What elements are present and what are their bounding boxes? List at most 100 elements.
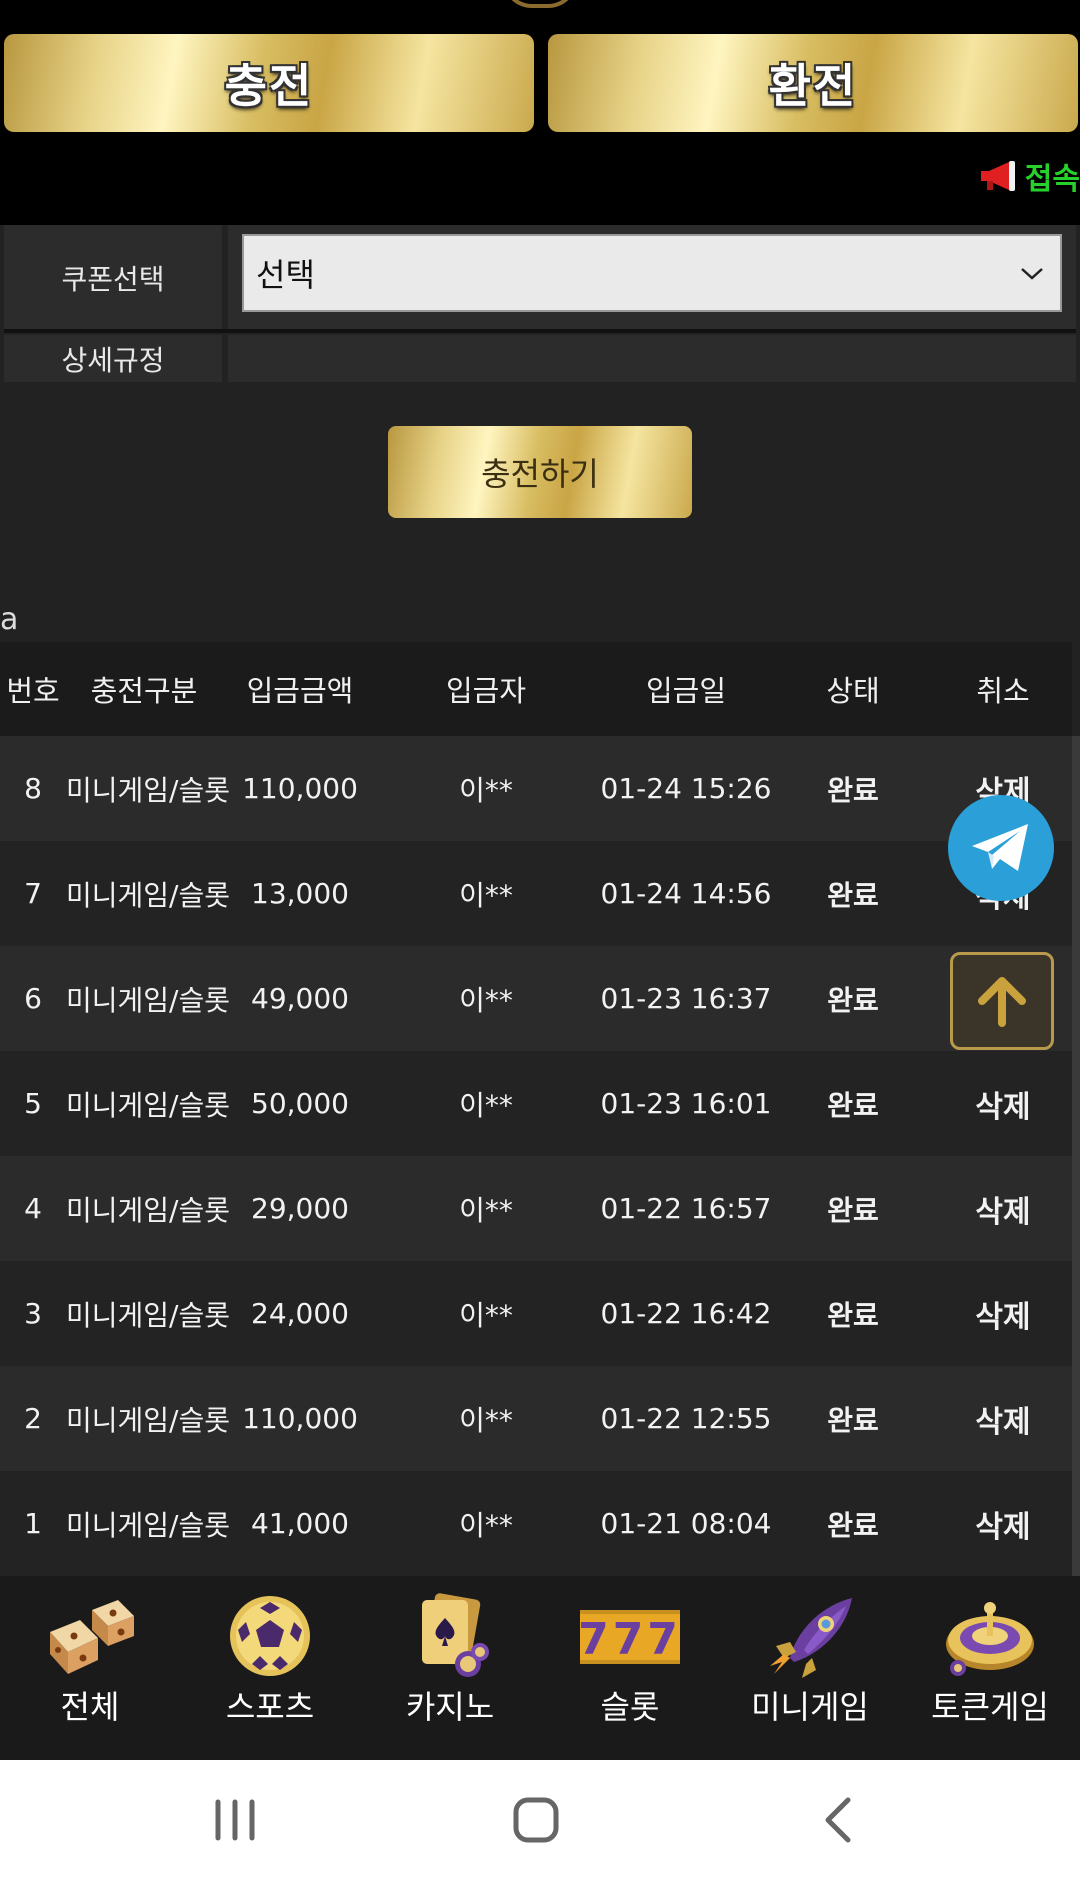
row-no: 1 [24, 1507, 42, 1540]
row-depositor: 이** [459, 1403, 513, 1437]
row-no: 6 [24, 982, 42, 1015]
row-amount: 13,000 [251, 877, 349, 910]
row-date: 01-23 16:01 [600, 1087, 772, 1120]
row-type: 미니게임/슬롯 [66, 1088, 230, 1122]
row-depositor: 이** [459, 878, 513, 912]
roulette-icon [946, 1602, 1034, 1676]
row-depositor: 이** [459, 1088, 513, 1122]
table-row: 7 미니게임/슬롯 13,000 이** 01-24 14:56 완료 삭제 [0, 841, 1072, 946]
scrollbar[interactable] [1072, 736, 1080, 1576]
table-row: 3 미니게임/슬롯 24,000 이** 01-22 16:42 완료 삭제 [0, 1261, 1072, 1366]
table-row: 5 미니게임/슬롯 50,000 이** 01-23 16:01 완료 삭제 [0, 1051, 1072, 1156]
row-status: 완료 [827, 1508, 879, 1542]
row-depositor: 이** [459, 1508, 513, 1542]
rules-row: 상세규정 [0, 335, 1080, 382]
home-icon[interactable] [500, 1790, 570, 1850]
svg-text:777: 777 [580, 1614, 680, 1665]
row-status: 완료 [827, 1298, 879, 1332]
logo-fragment [502, 0, 578, 8]
recent-apps-icon[interactable] [200, 1790, 270, 1850]
nav-label: 전체 [60, 1688, 120, 1726]
row-type: 미니게임/슬롯 [66, 1298, 230, 1332]
row-no: 5 [24, 1087, 42, 1120]
page: 충전 환전 접속 쿠폰선택 선택 상세규정 충전하기 a 번호 충전구분 입금금… [0, 0, 1080, 1886]
telegram-button[interactable] [948, 795, 1054, 901]
top-header: 충전 환전 접속 [0, 0, 1080, 225]
header-type: 충전구분 [90, 674, 198, 708]
row-status: 완료 [827, 1088, 879, 1122]
row-type: 미니게임/슬롯 [66, 983, 230, 1017]
header-cancel: 취소 [976, 674, 1030, 708]
nav-item-all[interactable]: 전체 [0, 1576, 180, 1760]
nav-label: 카지노 [405, 1688, 495, 1726]
row-type: 미니게임/슬롯 [66, 1508, 230, 1542]
row-date: 01-21 08:04 [600, 1507, 772, 1540]
row-depositor: 이** [459, 1193, 513, 1227]
row-status: 완료 [827, 1403, 879, 1437]
row-no: 4 [24, 1192, 42, 1225]
row-status: 완료 [827, 773, 879, 807]
chevron-down-icon [1021, 268, 1043, 280]
tab-exchange[interactable]: 환전 [548, 34, 1078, 132]
nav-item-slot[interactable]: 777 슬롯 [540, 1576, 720, 1760]
row-date: 01-24 14:56 [600, 877, 772, 910]
bottom-nav: 전체 스포츠 카지노 777 슬롯 미니게임 토큰게임 [0, 1576, 1080, 1760]
nav-label: 슬롯 [600, 1688, 660, 1726]
playing-cards-icon [422, 1593, 489, 1677]
table-row: 4 미니게임/슬롯 29,000 이** 01-22 16:57 완료 삭제 [0, 1156, 1072, 1261]
table-header: 번호 충전구분 입금금액 입금자 입금일 상태 취소 [0, 642, 1072, 736]
row-type: 미니게임/슬롯 [66, 1193, 230, 1227]
tab-charge[interactable]: 충전 [4, 34, 534, 132]
table-row: 2 미니게임/슬롯 110,000 이** 01-22 12:55 완료 삭제 [0, 1366, 1072, 1471]
delete-button[interactable]: 삭제 [950, 1051, 1056, 1156]
nav-item-casino[interactable]: 카지노 [360, 1576, 540, 1760]
telegram-icon [972, 824, 1028, 871]
row-type: 미니게임/슬롯 [66, 878, 230, 912]
coupon-select[interactable]: 선택 [242, 234, 1062, 312]
delete-button[interactable]: 삭제 [950, 1261, 1056, 1366]
header-amount: 입금금액 [246, 674, 354, 708]
row-status: 완료 [827, 1193, 879, 1227]
slot-777-icon: 777 [580, 1610, 680, 1665]
nav-item-sports[interactable]: 스포츠 [180, 1576, 360, 1760]
row-amount: 41,000 [251, 1507, 349, 1540]
stray-text: a [0, 602, 19, 637]
megaphone-icon [980, 161, 1015, 191]
row-no: 7 [24, 877, 42, 910]
scroll-top-button[interactable] [950, 952, 1054, 1050]
arrow-up-icon [978, 977, 1026, 1027]
table-row: 8 미니게임/슬롯 110,000 이** 01-24 15:26 완료 삭제 [0, 736, 1072, 841]
row-no: 3 [24, 1297, 42, 1330]
coupon-select-value: 선택 [256, 256, 315, 294]
notice-marquee: 접속 [979, 156, 1080, 197]
nav-item-minigame[interactable]: 미니게임 [720, 1576, 900, 1760]
coupon-label: 쿠폰선택 [4, 225, 222, 330]
charge-submit-button[interactable]: 충전하기 [388, 426, 692, 518]
rules-value [228, 335, 1076, 382]
rules-label: 상세규정 [4, 335, 222, 382]
soccer-ball-icon [230, 1596, 310, 1676]
row-amount: 24,000 [251, 1297, 349, 1330]
nav-item-token-game[interactable]: 토큰게임 [900, 1576, 1080, 1760]
row-depositor: 이** [459, 773, 513, 807]
row-amount: 110,000 [242, 1402, 358, 1435]
delete-button[interactable]: 삭제 [950, 1471, 1056, 1576]
row-date: 01-22 16:57 [600, 1192, 772, 1225]
system-nav-bar [0, 1760, 1080, 1886]
row-status: 완료 [827, 983, 879, 1017]
rocket-icon [770, 1598, 852, 1678]
row-date: 01-22 12:55 [600, 1402, 772, 1435]
row-amount: 50,000 [251, 1087, 349, 1120]
back-icon[interactable] [804, 1790, 874, 1850]
row-date: 01-24 15:26 [600, 772, 772, 805]
row-amount: 49,000 [251, 982, 349, 1015]
header-depositor: 입금자 [445, 674, 527, 708]
row-no: 2 [24, 1402, 42, 1435]
deposit-history-table: 번호 충전구분 입금금액 입금자 입금일 상태 취소 8 미니게임/슬롯 110… [0, 642, 1072, 1576]
delete-button[interactable]: 삭제 [950, 1156, 1056, 1261]
row-type: 미니게임/슬롯 [66, 773, 230, 807]
delete-button[interactable]: 삭제 [950, 1366, 1056, 1471]
row-type: 미니게임/슬롯 [66, 1403, 230, 1437]
header-date: 입금일 [645, 674, 727, 708]
row-amount: 29,000 [251, 1192, 349, 1225]
